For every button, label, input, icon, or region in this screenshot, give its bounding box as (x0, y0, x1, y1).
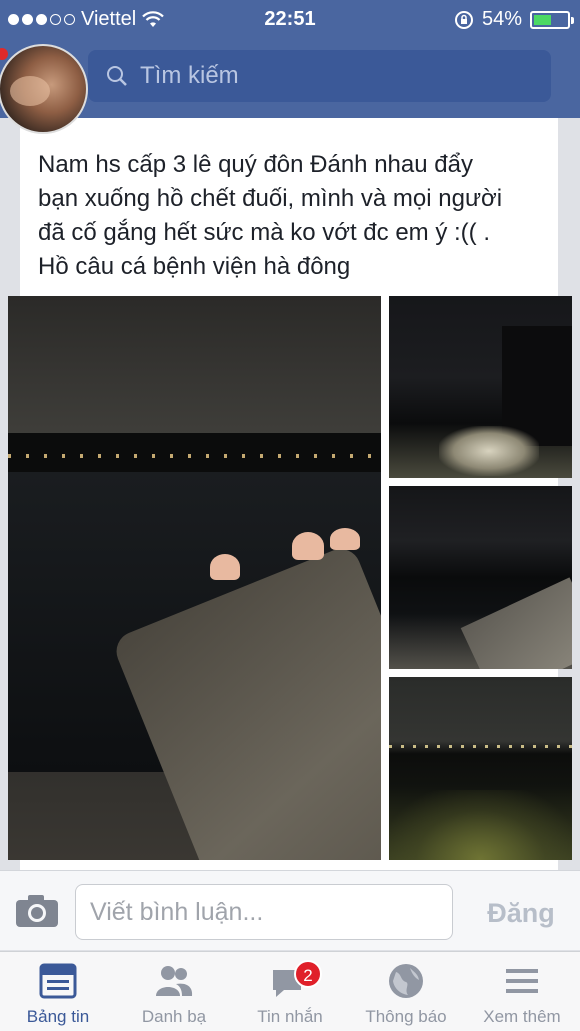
comment-input[interactable]: Viết bình luận... (75, 884, 453, 940)
battery-level (534, 14, 552, 25)
tab-label: Thông báo (365, 1007, 447, 1026)
tab-messages[interactable]: 2 Tin nhắn (232, 952, 348, 1031)
unread-badge: 2 (294, 960, 322, 988)
search-placeholder: Tìm kiếm (140, 62, 239, 89)
avatar[interactable] (0, 44, 88, 134)
comment-bar: Viết bình luận... Đăng (0, 870, 580, 950)
status-right: 54% (454, 8, 574, 31)
news-feed-icon (39, 963, 77, 999)
tab-news-feed[interactable]: Bảng tin (0, 952, 116, 1031)
battery-percent: 54% (481, 8, 522, 30)
tab-notifications[interactable]: Thông báo (348, 952, 464, 1031)
battery-icon (530, 10, 574, 29)
post-photo-2[interactable] (389, 296, 572, 478)
search-icon (107, 66, 127, 86)
status-bar: Viettel 22:51 54% (0, 0, 580, 38)
post-photo-4[interactable] (389, 677, 572, 860)
menu-icon (506, 969, 538, 993)
search-bar[interactable]: Tìm kiếm (88, 50, 551, 102)
globe-icon (389, 964, 423, 998)
friends-icon (156, 966, 193, 996)
tab-label: Bảng tin (26, 1007, 90, 1026)
bottom-tab-bar: Bảng tin Danh bạ 2 Tin nhắn Thông báo Xe… (0, 951, 580, 1031)
tab-friends[interactable]: Danh bạ (116, 952, 232, 1031)
tab-more[interactable]: Xem thêm (464, 952, 580, 1031)
post-photo-3[interactable] (389, 486, 572, 669)
tab-label: Danh bạ (141, 1007, 207, 1026)
top-header: Viettel 22:51 54% Tìm kiếm (0, 0, 580, 118)
camera-icon[interactable] (14, 893, 60, 929)
post-comment-button[interactable]: Đăng (476, 893, 566, 933)
tab-label: Xem thêm (483, 1007, 561, 1026)
app-window: Viettel 22:51 54% Tìm kiếm Nam hs cấp 3 … (0, 0, 580, 1031)
tab-label: Tin nhắn (257, 1007, 323, 1026)
rotation-lock-icon (454, 10, 473, 29)
post-photo-main[interactable] (8, 296, 381, 860)
post-text: Nam hs cấp 3 lê quý đôn Đánh nhau đẩy bạ… (38, 151, 503, 280)
